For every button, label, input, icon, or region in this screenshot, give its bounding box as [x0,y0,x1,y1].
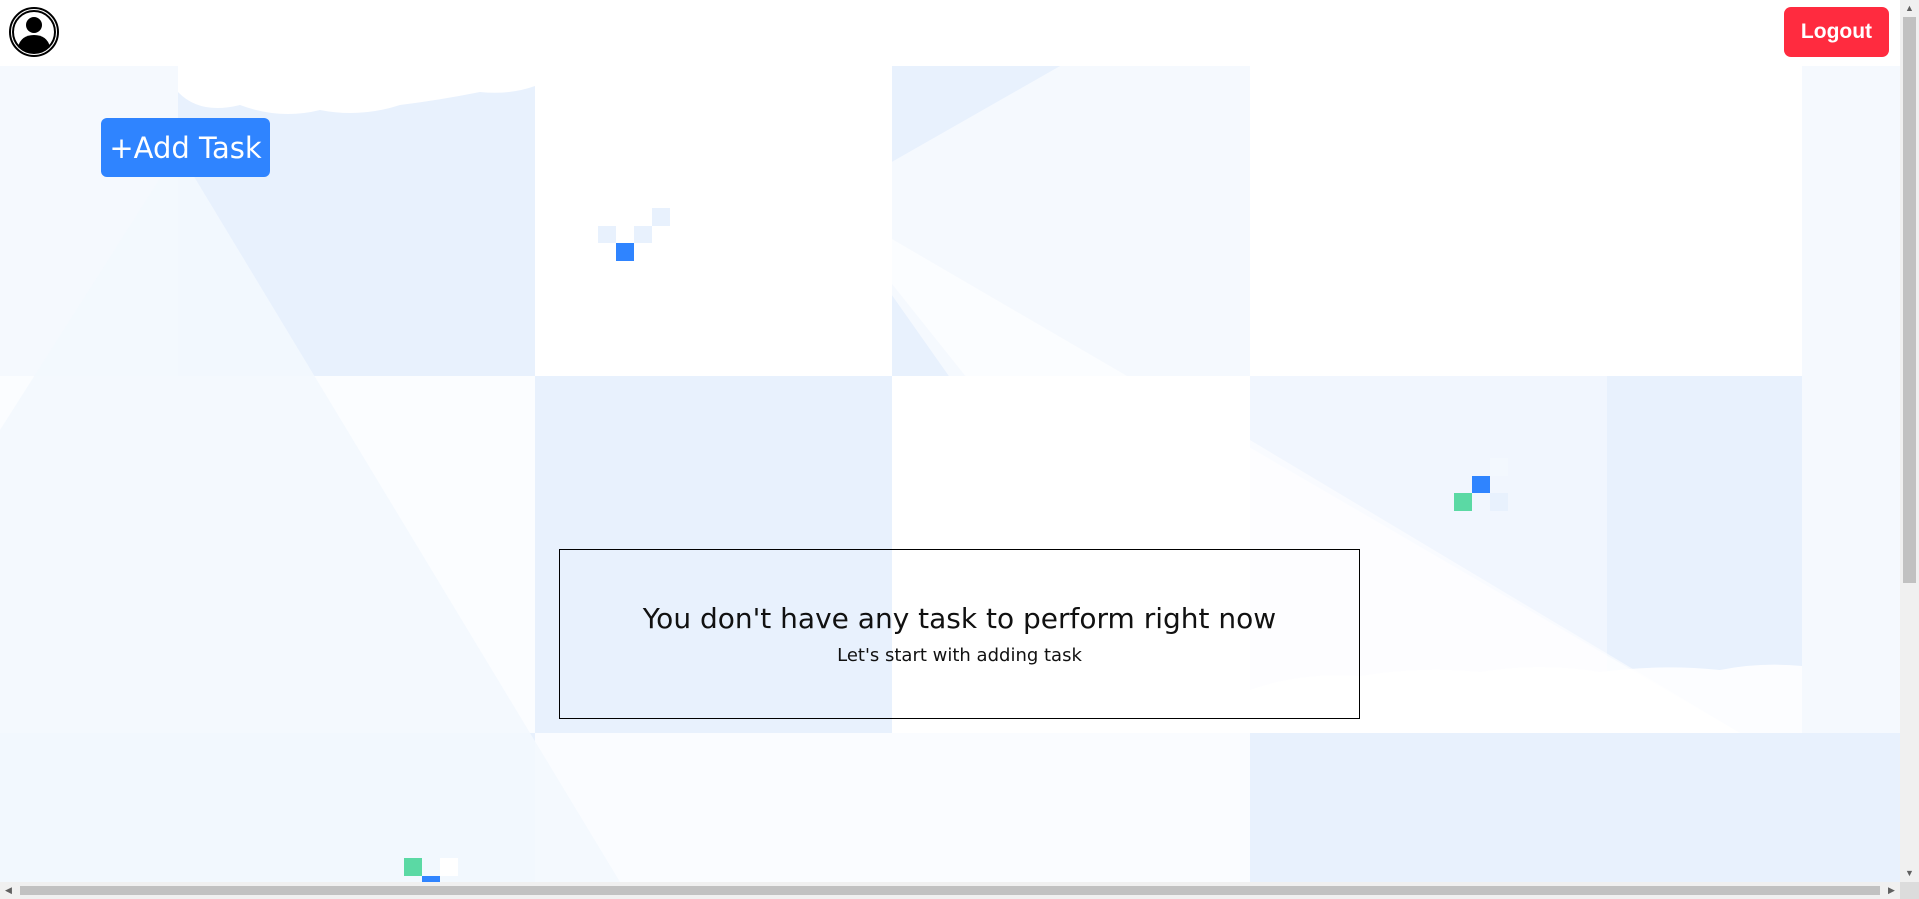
bg-panel [1802,66,1900,733]
logout-button[interactable]: Logout [1784,7,1889,57]
pixel-square [1490,493,1508,511]
top-navbar: Logout [0,0,1900,66]
pixel-square [598,226,616,243]
bg-panel [535,733,1250,882]
empty-state-card: You don't have any task to perform right… [559,549,1360,719]
bg-panel [1250,733,1900,882]
scrollbar-corner [1900,882,1919,899]
pixel-square [440,858,458,876]
pixel-square [616,243,634,261]
pixel-square [634,226,652,243]
scroll-left-arrow-icon[interactable]: ◀ [0,882,17,899]
scroll-right-arrow-icon[interactable]: ▶ [1883,882,1900,899]
pixel-square [1490,458,1508,476]
scroll-down-arrow-icon[interactable]: ▼ [1900,865,1919,882]
user-circle-icon[interactable] [9,7,59,57]
decorative-background [0,66,1900,882]
app-viewport: Logout +Add Task You don't have any task… [0,0,1900,882]
empty-state-title: You don't have any task to perform right… [642,602,1277,635]
vertical-scrollbar[interactable]: ▲ ▼ [1900,0,1919,882]
horizontal-scrollbar[interactable]: ◀ ▶ [0,882,1900,899]
add-task-button[interactable]: +Add Task [101,118,270,177]
pixel-square [404,858,422,876]
vertical-scroll-thumb[interactable] [1903,17,1916,583]
empty-state-subtitle: Let's start with adding task [837,645,1082,666]
pixel-square [652,208,670,226]
pixel-square [1472,476,1490,493]
scroll-up-arrow-icon[interactable]: ▲ [1900,0,1919,17]
pixel-square [1454,493,1472,511]
horizontal-scroll-thumb[interactable] [20,886,1880,895]
